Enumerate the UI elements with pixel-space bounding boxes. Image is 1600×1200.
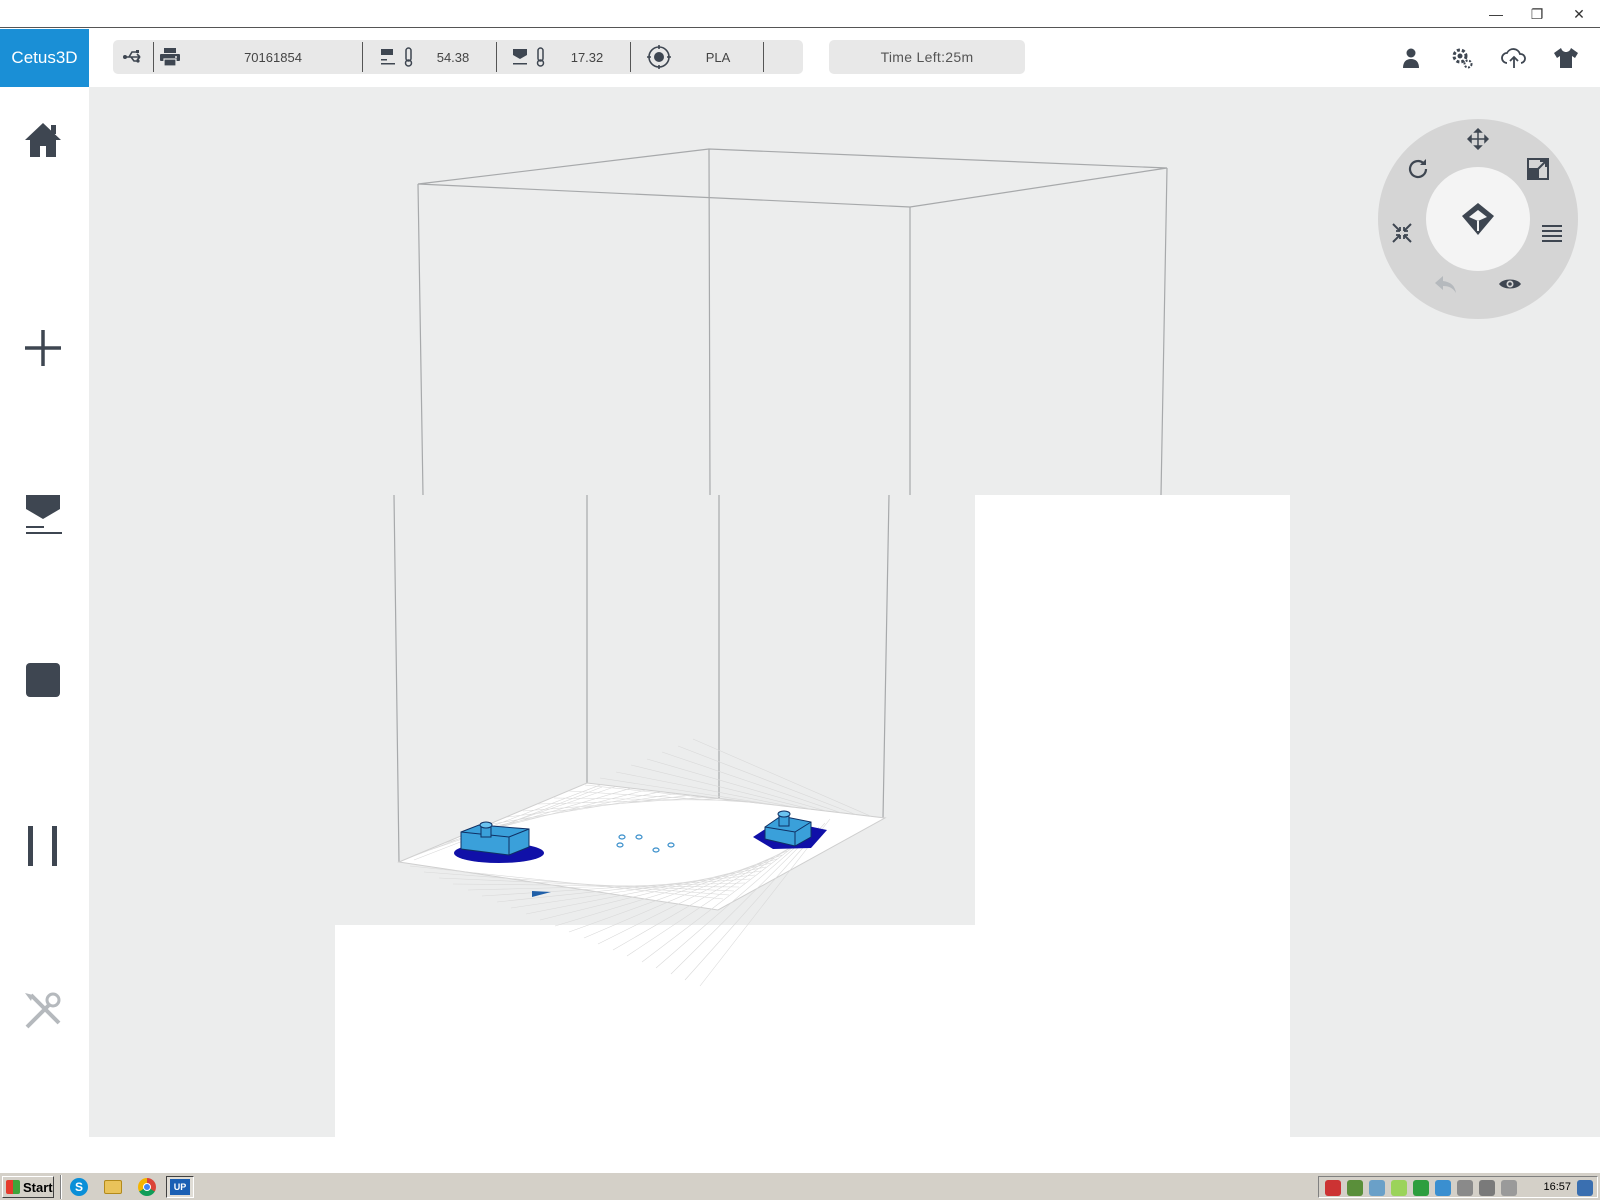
clock: 16:57	[1543, 1181, 1571, 1193]
restore-button[interactable]: ❐	[1522, 2, 1552, 26]
build-volume	[393, 148, 1168, 987]
material-value: PLA	[705, 49, 731, 65]
network-icon[interactable]	[1479, 1180, 1495, 1196]
undo-icon[interactable]	[1432, 270, 1460, 298]
home-icon[interactable]	[18, 115, 68, 165]
chrome-icon[interactable]	[134, 1176, 160, 1198]
explorer-icon[interactable]	[100, 1176, 126, 1198]
bed-temp-value: 17.32	[570, 49, 604, 65]
flag-icon[interactable]	[1457, 1180, 1473, 1196]
3d-viewport[interactable]	[89, 87, 1600, 1137]
add-icon[interactable]	[18, 323, 68, 373]
left-sidebar	[0, 87, 89, 1137]
tray-icon[interactable]	[1413, 1180, 1429, 1196]
move-icon[interactable]	[1464, 125, 1492, 153]
cloud-upload-icon[interactable]	[1497, 41, 1531, 75]
tray-icon[interactable]	[1347, 1180, 1363, 1196]
user-icon[interactable]	[1394, 41, 1428, 75]
minimize-button[interactable]: —	[1481, 2, 1511, 26]
windows-icon	[6, 1180, 20, 1194]
nozzle-temp-icon	[381, 40, 417, 74]
volume-icon[interactable]	[1501, 1180, 1517, 1196]
stop-icon[interactable]	[18, 655, 68, 705]
tray-icon[interactable]	[1325, 1180, 1341, 1196]
view-icon[interactable]	[1496, 270, 1524, 298]
logo-icon[interactable]	[1426, 167, 1530, 271]
bed-temp-icon	[513, 40, 549, 74]
skype-icon[interactable]: S	[66, 1176, 92, 1198]
printer-status-bar: 70161854 54.38 17.32 PLA	[113, 40, 803, 74]
print-icon[interactable]	[18, 490, 68, 540]
pause-icon[interactable]	[18, 821, 68, 871]
start-label: Start	[23, 1179, 53, 1195]
printer-id: 70161854	[244, 49, 302, 65]
up-studio-icon[interactable]: UP	[166, 1176, 194, 1198]
os-taskbar: Start S UP 16:57	[0, 1172, 1600, 1200]
axis-indicator	[532, 891, 551, 897]
window-titlebar: — ❐ ✕	[0, 0, 1600, 28]
navigation-wheel	[1378, 119, 1578, 319]
scale-icon[interactable]	[1524, 155, 1552, 183]
rotate-icon[interactable]	[1404, 155, 1432, 183]
shirt-icon[interactable]	[1549, 41, 1583, 75]
system-tray: 16:57	[1318, 1176, 1598, 1198]
top-toolbar: Cetus3D 70161854 54.38 17.32 PLA Time Le…	[0, 29, 1600, 87]
time-left-display: Time Left:25m	[829, 40, 1025, 74]
show-desktop-icon[interactable]	[1577, 1180, 1593, 1196]
tools-icon[interactable]	[18, 986, 68, 1036]
usb-icon[interactable]	[121, 40, 147, 74]
tray-icon[interactable]	[1435, 1180, 1451, 1196]
brand-logo: Cetus3D	[0, 29, 89, 87]
material-icon	[646, 40, 672, 74]
tray-icon[interactable]	[1391, 1180, 1407, 1196]
settings-icon[interactable]	[1445, 41, 1479, 75]
up-studio-label: UP	[170, 1179, 190, 1195]
nozzle-temp-value: 54.38	[436, 49, 470, 65]
start-button[interactable]: Start	[2, 1176, 54, 1198]
menu-icon[interactable]	[1538, 219, 1566, 247]
reset-icon[interactable]	[1388, 219, 1416, 247]
printer-icon[interactable]	[157, 40, 183, 74]
close-button[interactable]: ✕	[1564, 2, 1594, 26]
tray-icon[interactable]	[1369, 1180, 1385, 1196]
